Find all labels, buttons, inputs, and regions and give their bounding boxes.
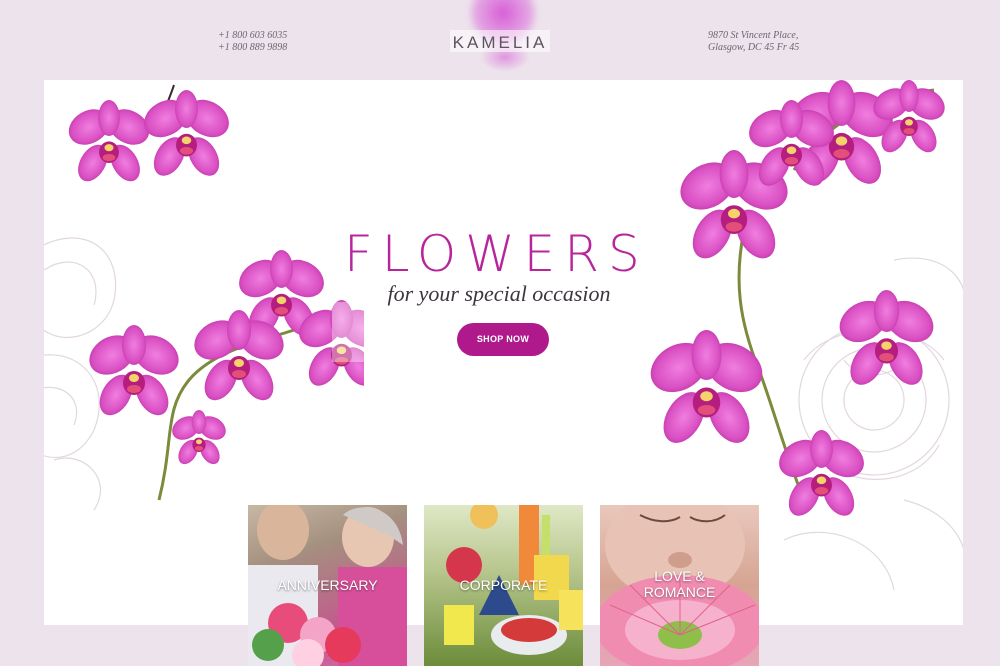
logo[interactable]: KAMELIA [440, 33, 560, 53]
hero-title: FLOWERS [344, 225, 649, 283]
category-anniversary[interactable]: ANNIVERSARY [248, 505, 407, 666]
hero-subtitle: for your special occasion [387, 281, 611, 306]
logo-area[interactable]: KAMELIA [440, 0, 560, 80]
address-line-2: Glasgow, DC 45 Fr 45 [708, 42, 800, 53]
shop-now-button[interactable]: SHOP NOW [457, 323, 549, 356]
site-header: +1 800 603 6035 +1 800 889 9898 KAMELIA … [0, 0, 1000, 80]
category-label-line-1: LOVE & [654, 568, 705, 584]
category-label: ANNIVERSARY [277, 577, 378, 593]
address-line-1: 9870 St Vincent Place, [708, 30, 799, 41]
contact-phones: +1 800 603 6035 +1 800 889 9898 [218, 30, 287, 54]
category-label: LOVE & ROMANCE [600, 568, 759, 600]
phone-1[interactable]: +1 800 603 6035 [218, 30, 287, 42]
contact-address: 9870 St Vincent Place, Glasgow, DC 45 Fr… [708, 30, 799, 54]
category-love-romance[interactable]: LOVE & ROMANCE [600, 505, 759, 666]
glass-overlay-left [332, 302, 402, 362]
category-corporate[interactable]: CORPORATE [424, 505, 583, 666]
category-label: CORPORATE [459, 577, 548, 593]
orchid-branch-right [644, 80, 949, 522]
phone-2[interactable]: +1 800 889 9898 [218, 42, 287, 54]
category-label-line-2: ROMANCE [643, 584, 716, 600]
